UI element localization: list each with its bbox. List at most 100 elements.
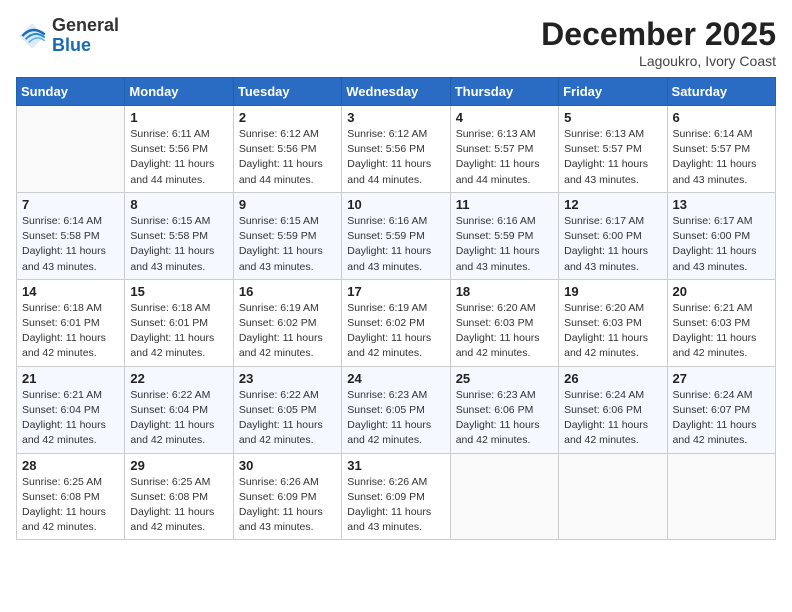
day-info: Sunrise: 6:14 AMSunset: 5:58 PMDaylight:… [22, 214, 119, 275]
day-cell: 20 Sunrise: 6:21 AMSunset: 6:03 PMDayligh… [667, 279, 775, 366]
day-info: Sunrise: 6:13 AMSunset: 5:57 PMDaylight:… [564, 127, 661, 188]
day-cell: 12 Sunrise: 6:17 AMSunset: 6:00 PMDayligh… [559, 192, 667, 279]
weekday-header-thursday: Thursday [450, 78, 558, 106]
week-row-1: 1 Sunrise: 6:11 AMSunset: 5:56 PMDaylight… [17, 106, 776, 193]
day-number: 2 [239, 110, 336, 125]
day-number: 14 [22, 284, 119, 299]
day-number: 19 [564, 284, 661, 299]
day-number: 29 [130, 458, 227, 473]
day-info: Sunrise: 6:22 AMSunset: 6:04 PMDaylight:… [130, 388, 227, 449]
day-number: 17 [347, 284, 444, 299]
day-info: Sunrise: 6:24 AMSunset: 6:07 PMDaylight:… [673, 388, 770, 449]
day-number: 1 [130, 110, 227, 125]
day-number: 22 [130, 371, 227, 386]
day-number: 25 [456, 371, 553, 386]
day-info: Sunrise: 6:20 AMSunset: 6:03 PMDaylight:… [564, 301, 661, 362]
day-cell [450, 453, 558, 540]
weekday-header-tuesday: Tuesday [233, 78, 341, 106]
day-info: Sunrise: 6:16 AMSunset: 5:59 PMDaylight:… [456, 214, 553, 275]
day-info: Sunrise: 6:16 AMSunset: 5:59 PMDaylight:… [347, 214, 444, 275]
day-info: Sunrise: 6:17 AMSunset: 6:00 PMDaylight:… [673, 214, 770, 275]
day-cell: 27Sunrise: 6:24 AMSunset: 6:07 PMDayligh… [667, 366, 775, 453]
day-info: Sunrise: 6:25 AMSunset: 6:08 PMDaylight:… [130, 475, 227, 536]
day-cell: 21 Sunrise: 6:21 AMSunset: 6:04 PMDayligh… [17, 366, 125, 453]
day-info: Sunrise: 6:21 AMSunset: 6:04 PMDaylight:… [22, 388, 119, 449]
day-info: Sunrise: 6:26 AMSunset: 6:09 PMDaylight:… [347, 475, 444, 536]
day-info: Sunrise: 6:19 AMSunset: 6:02 PMDaylight:… [347, 301, 444, 362]
day-number: 31 [347, 458, 444, 473]
day-info: Sunrise: 6:14 AMSunset: 5:57 PMDaylight:… [673, 127, 770, 188]
week-row-5: 28 Sunrise: 6:25 AMSunset: 6:08 PMDayligh… [17, 453, 776, 540]
day-info: Sunrise: 6:11 AMSunset: 5:56 PMDaylight:… [130, 127, 227, 188]
day-cell: 2 Sunrise: 6:12 AMSunset: 5:56 PMDaylight… [233, 106, 341, 193]
month-title: December 2025 [541, 16, 776, 53]
day-info: Sunrise: 6:24 AMSunset: 6:06 PMDaylight:… [564, 388, 661, 449]
day-number: 26 [564, 371, 661, 386]
day-cell: 4Sunrise: 6:13 AMSunset: 5:57 PMDaylight… [450, 106, 558, 193]
weekday-header-friday: Friday [559, 78, 667, 106]
day-info: Sunrise: 6:26 AMSunset: 6:09 PMDaylight:… [239, 475, 336, 536]
day-info: Sunrise: 6:12 AMSunset: 5:56 PMDaylight:… [239, 127, 336, 188]
day-number: 15 [130, 284, 227, 299]
day-cell: 31 Sunrise: 6:26 AMSunset: 6:09 PMDayligh… [342, 453, 450, 540]
week-row-2: 7 Sunrise: 6:14 AMSunset: 5:58 PMDaylight… [17, 192, 776, 279]
day-cell: 22 Sunrise: 6:22 AMSunset: 6:04 PMDayligh… [125, 366, 233, 453]
weekday-header-wednesday: Wednesday [342, 78, 450, 106]
day-info: Sunrise: 6:17 AMSunset: 6:00 PMDaylight:… [564, 214, 661, 275]
day-cell: 10 Sunrise: 6:16 AMSunset: 5:59 PMDayligh… [342, 192, 450, 279]
location-label: Lagoukro, Ivory Coast [541, 53, 776, 69]
day-number: 30 [239, 458, 336, 473]
day-cell [559, 453, 667, 540]
day-info: Sunrise: 6:13 AMSunset: 5:57 PMDaylight:… [456, 127, 553, 188]
day-info: Sunrise: 6:22 AMSunset: 6:05 PMDaylight:… [239, 388, 336, 449]
logo: General Blue [16, 16, 119, 56]
day-cell: 3 Sunrise: 6:12 AMSunset: 5:56 PMDaylight… [342, 106, 450, 193]
day-number: 28 [22, 458, 119, 473]
day-cell: 19 Sunrise: 6:20 AMSunset: 6:03 PMDayligh… [559, 279, 667, 366]
day-info: Sunrise: 6:18 AMSunset: 6:01 PMDaylight:… [22, 301, 119, 362]
day-info: Sunrise: 6:18 AMSunset: 6:01 PMDaylight:… [130, 301, 227, 362]
day-number: 3 [347, 110, 444, 125]
day-number: 10 [347, 197, 444, 212]
day-info: Sunrise: 6:12 AMSunset: 5:56 PMDaylight:… [347, 127, 444, 188]
day-number: 24 [347, 371, 444, 386]
day-cell [17, 106, 125, 193]
day-cell: 24 Sunrise: 6:23 AMSunset: 6:05 PMDayligh… [342, 366, 450, 453]
day-info: Sunrise: 6:25 AMSunset: 6:08 PMDaylight:… [22, 475, 119, 536]
day-info: Sunrise: 6:19 AMSunset: 6:02 PMDaylight:… [239, 301, 336, 362]
day-cell: 29 Sunrise: 6:25 AMSunset: 6:08 PMDayligh… [125, 453, 233, 540]
weekday-header-monday: Monday [125, 78, 233, 106]
day-number: 21 [22, 371, 119, 386]
day-number: 18 [456, 284, 553, 299]
day-number: 12 [564, 197, 661, 212]
day-info: Sunrise: 6:23 AMSunset: 6:06 PMDaylight:… [456, 388, 553, 449]
day-cell: 15 Sunrise: 6:18 AMSunset: 6:01 PMDayligh… [125, 279, 233, 366]
day-number: 13 [673, 197, 770, 212]
day-info: Sunrise: 6:23 AMSunset: 6:05 PMDaylight:… [347, 388, 444, 449]
day-cell: 26 Sunrise: 6:24 AMSunset: 6:06 PMDayligh… [559, 366, 667, 453]
day-number: 7 [22, 197, 119, 212]
day-cell: 23Sunrise: 6:22 AMSunset: 6:05 PMDayligh… [233, 366, 341, 453]
day-cell: 8Sunrise: 6:15 AMSunset: 5:58 PMDaylight… [125, 192, 233, 279]
day-number: 6 [673, 110, 770, 125]
day-cell: 25 Sunrise: 6:23 AMSunset: 6:06 PMDayligh… [450, 366, 558, 453]
day-cell: 1 Sunrise: 6:11 AMSunset: 5:56 PMDaylight… [125, 106, 233, 193]
week-row-3: 14 Sunrise: 6:18 AMSunset: 6:01 PMDayligh… [17, 279, 776, 366]
day-cell: 13 Sunrise: 6:17 AMSunset: 6:00 PMDayligh… [667, 192, 775, 279]
logo-icon [16, 20, 48, 52]
title-block: December 2025 Lagoukro, Ivory Coast [541, 16, 776, 69]
weekday-header-row: SundayMondayTuesdayWednesdayThursdayFrid… [17, 78, 776, 106]
calendar-table: SundayMondayTuesdayWednesdayThursdayFrid… [16, 77, 776, 540]
day-cell: 6 Sunrise: 6:14 AMSunset: 5:57 PMDaylight… [667, 106, 775, 193]
day-cell: 9Sunrise: 6:15 AMSunset: 5:59 PMDaylight… [233, 192, 341, 279]
day-info: Sunrise: 6:20 AMSunset: 6:03 PMDaylight:… [456, 301, 553, 362]
day-info: Sunrise: 6:21 AMSunset: 6:03 PMDaylight:… [673, 301, 770, 362]
day-cell: 30 Sunrise: 6:26 AMSunset: 6:09 PMDayligh… [233, 453, 341, 540]
day-cell: 28 Sunrise: 6:25 AMSunset: 6:08 PMDayligh… [17, 453, 125, 540]
day-cell [667, 453, 775, 540]
day-cell: 14 Sunrise: 6:18 AMSunset: 6:01 PMDayligh… [17, 279, 125, 366]
day-number: 11 [456, 197, 553, 212]
day-number: 20 [673, 284, 770, 299]
day-cell: 5Sunrise: 6:13 AMSunset: 5:57 PMDaylight… [559, 106, 667, 193]
day-cell: 17 Sunrise: 6:19 AMSunset: 6:02 PMDayligh… [342, 279, 450, 366]
